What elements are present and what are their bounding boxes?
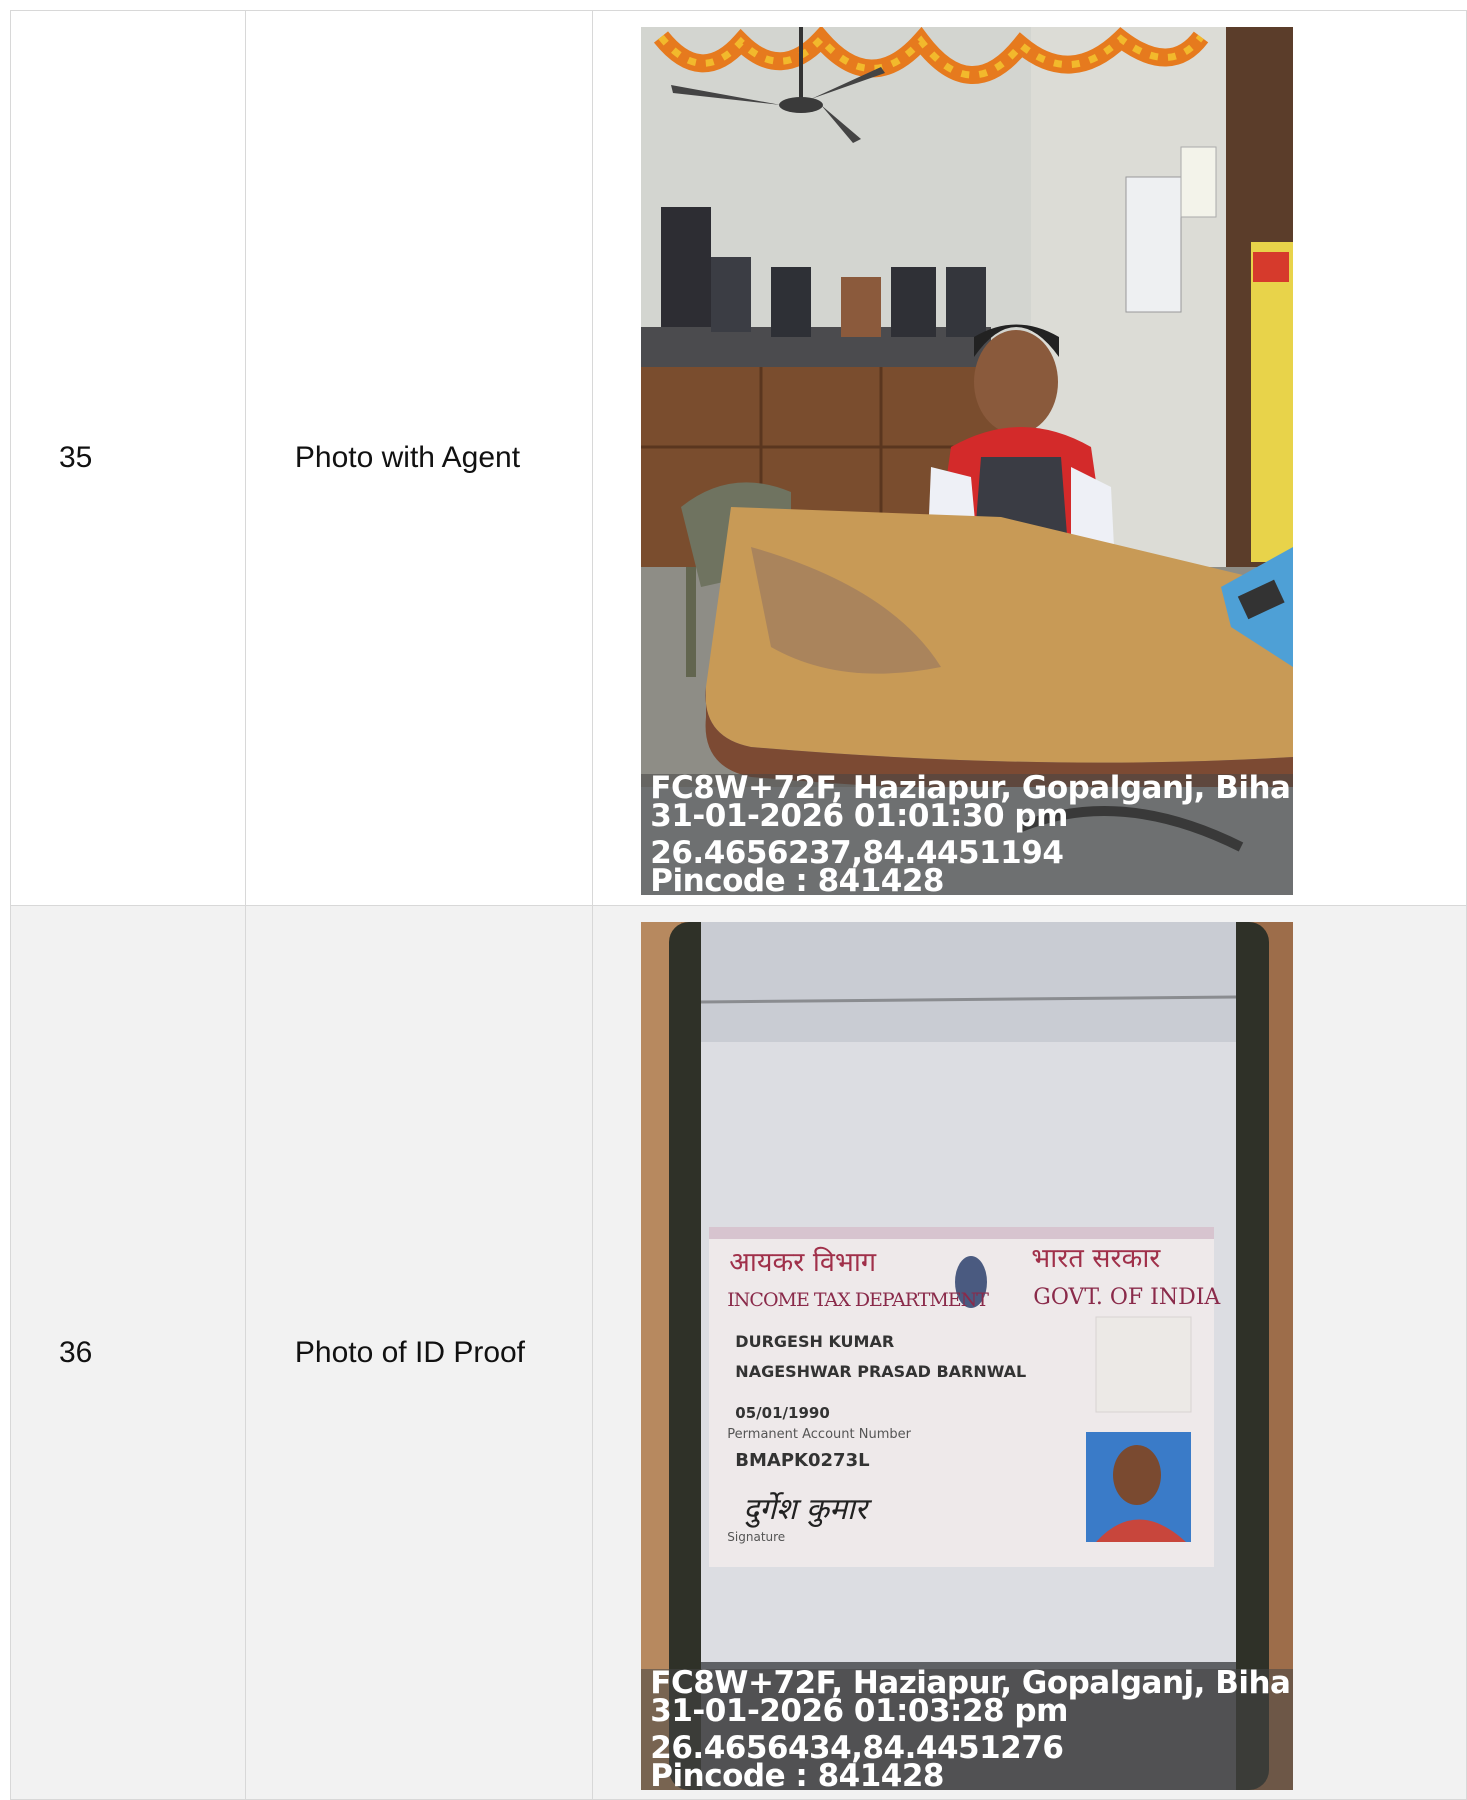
card-dob: 05/01/1990 (735, 1404, 830, 1422)
document-label-cell: Photo with Agent (244, 10, 594, 906)
card-pan-label: Permanent Account Number (727, 1427, 911, 1442)
geo-stamp: FC8W+72F, Haziapur, Gopalganj, Bihar 841… (641, 773, 1294, 896)
stamp-datetime: 31-01-2026 01:03:28 pm (650, 1693, 1068, 1729)
photo-report-table: 35 Photo with Agent FC8W+72F, Haziapur, … (10, 10, 1467, 1800)
id-proof-photo: आयकर विभाग INCOME TAX DEPARTMENT भारत सर… (641, 922, 1294, 1791)
photo-cell: आयकर विभाग INCOME TAX DEPARTMENT भारत सर… (592, 905, 1467, 1800)
card-dept-english: INCOME TAX DEPARTMENT (727, 1289, 989, 1311)
card-govt-english: GOVT. OF INDIA (1033, 1285, 1221, 1310)
photo-cell: FC8W+72F, Haziapur, Gopalganj, Bihar 841… (592, 10, 1467, 906)
serial-number-cell: 35 (10, 10, 246, 906)
card-pan-number: BMAPK0273L (735, 1450, 870, 1471)
geo-stamp: FC8W+72F, Haziapur, Gopalganj, Bihar 841… (641, 1668, 1294, 1791)
serial-number-cell: 36 (10, 905, 246, 1800)
agent-photo-image (641, 27, 1294, 895)
card-govt-hindi: भारत सरकार (1031, 1243, 1161, 1274)
card-signature-label: Signature (727, 1530, 786, 1544)
stamp-pincode: Pincode : 841428 (650, 863, 945, 896)
card-name: DURGESH KUMAR (735, 1332, 895, 1351)
phone-photo-image (641, 922, 1294, 1790)
card-signature-mark: दुर्गेश कुमार (743, 1492, 868, 1527)
table-row: 36 Photo of ID Proof आयकर विभाग INCOME T… (10, 905, 1467, 1800)
card-dept-hindi: आयकर विभाग (729, 1247, 877, 1278)
stamp-pincode: Pincode : 841428 (650, 1758, 945, 1791)
document-label-cell: Photo of ID Proof (244, 905, 594, 1800)
agent-photo: FC8W+72F, Haziapur, Gopalganj, Bihar 841… (641, 27, 1294, 896)
card-father-name: NAGESHWAR PRASAD BARNWAL (735, 1362, 1027, 1381)
stamp-datetime: 31-01-2026 01:01:30 pm (650, 798, 1068, 834)
table-row: 35 Photo with Agent FC8W+72F, Haziapur, … (10, 10, 1467, 906)
